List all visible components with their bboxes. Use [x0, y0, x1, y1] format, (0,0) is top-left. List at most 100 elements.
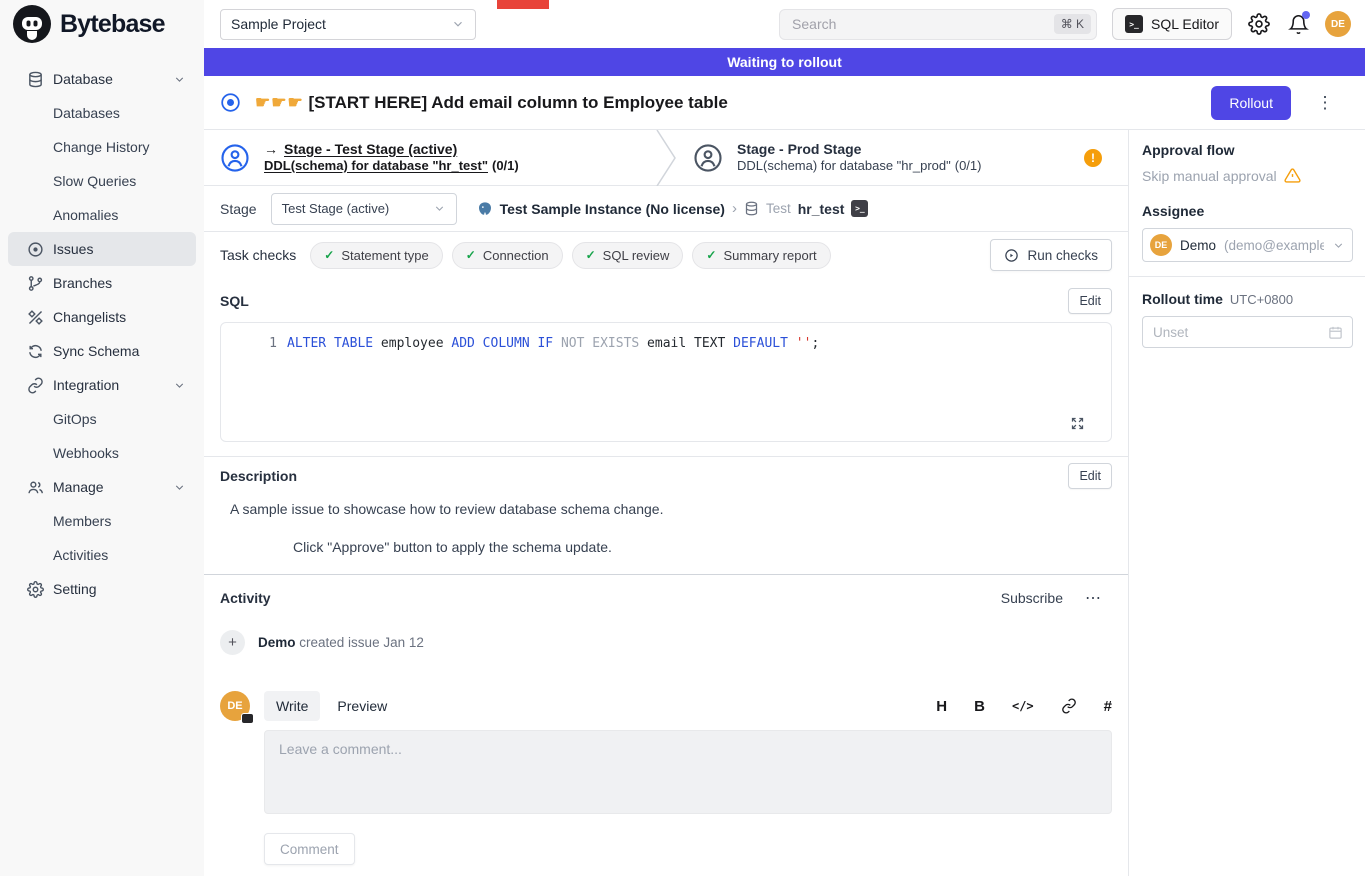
- description-section: Description Edit A sample issue to showc…: [204, 456, 1128, 555]
- sidebar-item-sync-schema[interactable]: Sync Schema: [8, 334, 196, 368]
- database-icon: [26, 70, 44, 88]
- code-icon[interactable]: </>: [1012, 699, 1034, 713]
- check-pill-sql-review[interactable]: ✓SQL review: [572, 242, 684, 269]
- chevron-down-icon: [173, 73, 186, 86]
- section-divider: [204, 574, 1128, 575]
- terminal-icon: >_: [1125, 15, 1143, 33]
- instance-name[interactable]: Test Sample Instance (No license): [500, 201, 725, 217]
- heading-icon[interactable]: H: [936, 698, 947, 715]
- sidebar: Database Databases Change History Slow Q…: [0, 48, 204, 876]
- sidebar-item-members[interactable]: Members: [8, 504, 196, 538]
- sql-code-line: ALTER TABLE employee ADD COLUMN IF NOT E…: [287, 336, 819, 441]
- sql-editor-label: SQL Editor: [1151, 16, 1219, 32]
- check-icon: ✓: [586, 248, 596, 262]
- kebab-menu-icon[interactable]: ⋮: [1313, 91, 1337, 115]
- project-select[interactable]: Sample Project: [220, 9, 476, 40]
- description-edit-button[interactable]: Edit: [1068, 463, 1112, 489]
- stage-card-prod[interactable]: Stage - Prod Stage DDL(schema) for datab…: [677, 130, 1128, 185]
- sql-edit-button[interactable]: Edit: [1068, 288, 1112, 314]
- sidebar-item-anomalies[interactable]: Anomalies: [8, 198, 196, 232]
- sidebar-item-webhooks[interactable]: Webhooks: [8, 436, 196, 470]
- tab-write[interactable]: Write: [264, 691, 320, 721]
- check-icon: ✓: [706, 248, 716, 262]
- hash-icon[interactable]: #: [1104, 698, 1112, 715]
- check-pill-connection[interactable]: ✓Connection: [452, 242, 563, 269]
- check-icon: ✓: [466, 248, 476, 262]
- tab-preview[interactable]: Preview: [325, 691, 399, 721]
- search-box[interactable]: ⌘ K: [779, 9, 1097, 40]
- rollout-time-title: Rollout time: [1142, 291, 1223, 307]
- database-name[interactable]: hr_test: [798, 201, 845, 217]
- more-menu-icon[interactable]: ⋯: [1085, 588, 1102, 608]
- sidebar-item-manage[interactable]: Manage: [8, 470, 196, 504]
- issue-icon: [26, 240, 44, 258]
- brand-name: Bytebase: [60, 10, 165, 39]
- sidebar-item-slow-queries[interactable]: Slow Queries: [8, 164, 196, 198]
- issue-status-icon: [220, 92, 241, 113]
- sidebar-item-branches[interactable]: Branches: [8, 266, 196, 300]
- settings-gear-icon[interactable]: [1247, 12, 1271, 36]
- comment-editor: DE Write Preview H B </>: [220, 691, 1112, 819]
- warning-triangle-icon: [1284, 167, 1301, 184]
- postgres-icon: [477, 201, 493, 217]
- check-pill-statement-type[interactable]: ✓Statement type: [310, 242, 443, 269]
- comment-submit-button[interactable]: Comment: [264, 833, 355, 865]
- chevron-down-icon: [173, 481, 186, 494]
- sql-section-head: SQL Edit: [204, 288, 1128, 314]
- sidebar-item-databases[interactable]: Databases: [8, 96, 196, 130]
- stage-person-icon: [220, 143, 250, 173]
- database-cylinder-icon: [744, 201, 759, 216]
- description-head: Description Edit: [204, 463, 1128, 489]
- rollout-button[interactable]: Rollout: [1211, 86, 1291, 120]
- bold-icon[interactable]: B: [974, 698, 985, 715]
- calendar-icon: [1328, 325, 1343, 340]
- chat-bubble-icon: [241, 713, 254, 724]
- user-avatar[interactable]: DE: [1325, 11, 1351, 37]
- check-pill-summary-report[interactable]: ✓Summary report: [692, 242, 830, 269]
- issue-title: ☛☛☛ [START HERE] Add email column to Emp…: [255, 93, 728, 113]
- stage-card-test[interactable]: →Stage - Test Stage (active) DDL(schema)…: [204, 130, 655, 185]
- activity-entry: + Demo created issue Jan 12: [220, 630, 1112, 655]
- sidebar-item-gitops[interactable]: GitOps: [8, 402, 196, 436]
- panel-divider: [1129, 276, 1365, 277]
- project-select-value: Sample Project: [231, 16, 326, 32]
- search-input[interactable]: [792, 16, 1054, 32]
- play-circle-icon: [1004, 248, 1019, 263]
- users-icon: [26, 478, 44, 496]
- line-number: 1: [221, 336, 277, 441]
- sql-editor-button[interactable]: >_ SQL Editor: [1112, 8, 1232, 40]
- subscribe-button[interactable]: Subscribe: [1001, 590, 1063, 606]
- description-label: Description: [220, 468, 297, 484]
- sidebar-item-issues[interactable]: Issues: [8, 232, 196, 266]
- rollout-time-input[interactable]: Unset: [1142, 316, 1353, 348]
- expand-icon[interactable]: [1070, 416, 1085, 431]
- open-sql-editor-icon[interactable]: >_: [851, 200, 868, 217]
- activity-entry-text: Demo created issue Jan 12: [258, 635, 424, 650]
- notifications-bell-icon[interactable]: [1286, 12, 1310, 36]
- arrow-right-icon: →: [264, 141, 278, 157]
- chevron-down-icon: [433, 202, 446, 215]
- stage-label: Stage: [220, 201, 257, 217]
- assignee-avatar: DE: [1150, 234, 1172, 256]
- sidebar-item-database[interactable]: Database: [8, 62, 196, 96]
- chevron-down-icon: [1332, 239, 1345, 252]
- sidebar-item-activities[interactable]: Activities: [8, 538, 196, 572]
- stage-select[interactable]: Test Stage (active): [271, 193, 457, 225]
- bytebase-app: Bytebase Sample Project ⌘ K >_ SQL Edito…: [0, 0, 1365, 876]
- sidebar-item-change-history[interactable]: Change History: [8, 130, 196, 164]
- link-icon: [26, 376, 44, 394]
- assignee-select[interactable]: DE Demo (demo@example: [1142, 228, 1353, 262]
- assignee-title: Assignee: [1142, 203, 1353, 219]
- comment-input[interactable]: [264, 730, 1112, 814]
- sync-refresh-icon: [26, 342, 44, 360]
- sql-editor[interactable]: 1 ALTER TABLE employee ADD COLUMN IF NOT…: [220, 322, 1112, 442]
- branch-icon: [26, 274, 44, 292]
- sidebar-item-changelists[interactable]: Changelists: [8, 300, 196, 334]
- chevron-down-icon: [451, 17, 465, 31]
- activity-head: Activity Subscribe ⋯: [204, 588, 1128, 608]
- run-checks-button[interactable]: Run checks: [990, 239, 1112, 271]
- sidebar-item-setting[interactable]: Setting: [8, 572, 196, 606]
- sidebar-item-integration[interactable]: Integration: [8, 368, 196, 402]
- link-icon[interactable]: [1061, 698, 1077, 714]
- logo[interactable]: Bytebase: [0, 0, 204, 48]
